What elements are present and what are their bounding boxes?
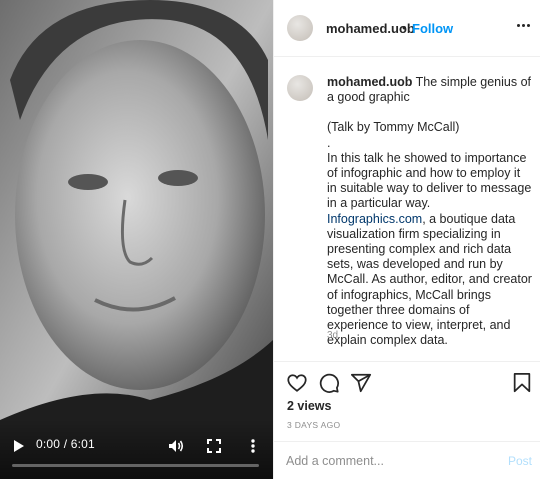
video-progress-bar[interactable] bbox=[12, 464, 259, 467]
comment-box: Post bbox=[274, 441, 540, 479]
send-icon[interactable] bbox=[350, 372, 372, 394]
caption-text: mohamed.uob The simple genius of a good … bbox=[327, 75, 532, 348]
separator-dot: • bbox=[402, 20, 407, 35]
more-vertical-icon[interactable] bbox=[245, 437, 261, 455]
caption-username[interactable]: mohamed.uob bbox=[327, 75, 412, 89]
caption-dot: . bbox=[327, 135, 331, 150]
post-button[interactable]: Post bbox=[508, 454, 532, 468]
infographics-link[interactable]: Infographics.com bbox=[327, 212, 422, 226]
comment-input[interactable] bbox=[286, 452, 486, 470]
video-time: 0:00 / 6:01 bbox=[36, 437, 95, 451]
caption-avatar[interactable] bbox=[287, 75, 313, 101]
heart-icon[interactable] bbox=[286, 372, 308, 394]
view-count[interactable]: 2 views bbox=[287, 399, 331, 413]
video-frame[interactable] bbox=[0, 0, 273, 479]
caption-body-1: In this talk he showed to importance of … bbox=[327, 150, 532, 211]
more-horizontal-icon[interactable] bbox=[517, 24, 531, 30]
video-controls: 0:00 / 6:01 bbox=[0, 419, 273, 479]
video-player[interactable]: 0:00 / 6:01 bbox=[0, 0, 273, 479]
play-icon[interactable] bbox=[10, 438, 26, 454]
volume-icon[interactable] bbox=[167, 437, 185, 455]
caption-talk-by: (Talk by Tommy McCall) bbox=[327, 120, 460, 135]
post-date[interactable]: 3 DAYS AGO bbox=[287, 420, 340, 430]
fullscreen-icon[interactable] bbox=[205, 437, 223, 455]
post-panel: mohamed.uob • Follow mohamed.uob The sim… bbox=[273, 0, 540, 479]
caption-body-2: , a boutique data visualization firm spe… bbox=[327, 211, 532, 348]
post-header: mohamed.uob • Follow bbox=[274, 0, 540, 57]
follow-button[interactable]: Follow bbox=[412, 21, 453, 36]
caption-age[interactable]: 3d bbox=[327, 330, 338, 341]
bookmark-icon[interactable] bbox=[511, 372, 533, 394]
comment-icon[interactable] bbox=[318, 372, 340, 394]
caption-area: mohamed.uob The simple genius of a good … bbox=[274, 58, 540, 360]
avatar[interactable] bbox=[287, 15, 313, 41]
action-bar bbox=[274, 361, 540, 401]
